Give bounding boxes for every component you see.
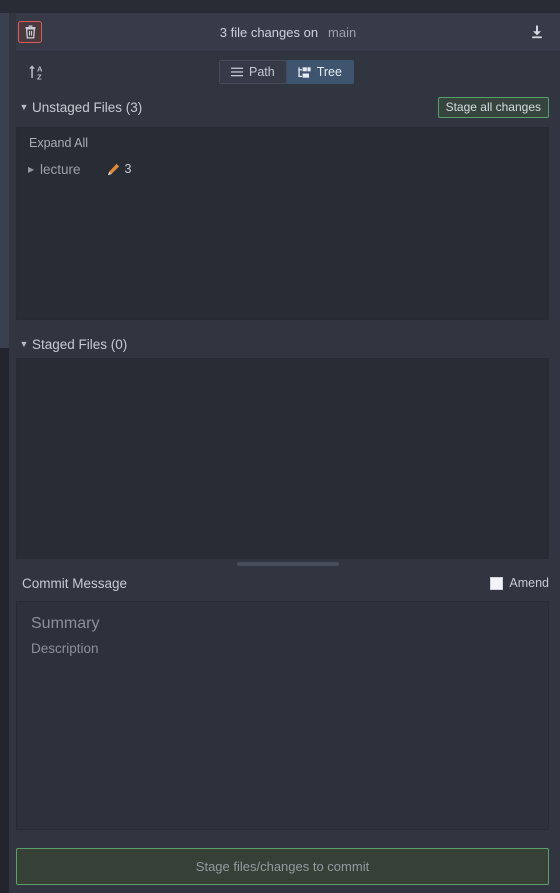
svg-text:Z: Z [37, 72, 42, 81]
file-name-label: lecture [40, 161, 81, 177]
header-title: 3 file changes on main [16, 25, 560, 40]
left-gutter [9, 13, 16, 893]
commit-message-header: Commit Message Amend [16, 570, 560, 596]
unstaged-files-title: Unstaged Files (3) [32, 99, 143, 115]
file-change-count: 3 [124, 162, 132, 176]
amend-checkbox[interactable] [490, 576, 504, 590]
commit-message-input[interactable]: Summary Description [16, 601, 549, 830]
staged-collapse-caret[interactable]: ▼ [16, 339, 32, 349]
unstaged-files-list[interactable]: Expand All ▶ lecture 3 [16, 127, 549, 320]
unstaged-collapse-caret[interactable]: ▼ [16, 102, 32, 112]
list-icon [231, 67, 243, 77]
view-mode-path-label: Path [249, 65, 275, 79]
header-title-text: 3 file changes on [219, 24, 319, 40]
unstaged-file-row[interactable]: ▶ lecture 3 [17, 158, 548, 180]
commit-summary-placeholder: Summary [31, 615, 100, 632]
commit-button[interactable]: Stage files/changes to commit [16, 848, 549, 885]
left-rail-upper [0, 13, 9, 348]
staged-files-header[interactable]: ▼ Staged Files (0) [16, 330, 560, 358]
tree-icon [298, 66, 311, 78]
commit-message-label: Commit Message [22, 575, 128, 591]
view-mode-path-button[interactable]: Path [219, 60, 287, 84]
window-top-strip [0, 0, 560, 13]
splitter-grip [237, 562, 339, 566]
file-expand-caret[interactable]: ▶ [28, 165, 40, 174]
expand-all-link[interactable]: Expand All [29, 136, 88, 150]
git-commit-panel: 3 file changes on main A Z Path Tree ▼ U… [0, 0, 560, 893]
amend-toggle[interactable]: Amend [490, 576, 549, 590]
view-mode-segmented-control: Path Tree [219, 60, 354, 84]
amend-label: Amend [509, 576, 549, 590]
sort-button[interactable]: A Z [24, 60, 50, 84]
trash-icon [25, 25, 35, 39]
discard-changes-button[interactable] [18, 21, 42, 43]
staged-files-title: Staged Files (0) [32, 336, 128, 352]
left-rail-lower [0, 348, 9, 893]
pencil-icon [107, 163, 119, 175]
file-status-group: 3 [107, 162, 132, 176]
download-icon [532, 25, 542, 39]
view-mode-tree-button[interactable]: Tree [286, 60, 354, 84]
pull-button[interactable] [526, 21, 548, 43]
view-mode-tree-label: Tree [316, 65, 342, 79]
unstaged-files-header[interactable]: ▼ Unstaged Files (3) Stage all changes [16, 93, 560, 121]
header-bar: 3 file changes on main [16, 13, 560, 52]
header-branch-name: main [328, 24, 357, 40]
panel-splitter[interactable] [16, 558, 560, 570]
view-toolbar: A Z Path Tree [16, 52, 560, 92]
stage-all-changes-button[interactable]: Stage all changes [437, 96, 549, 118]
sort-alpha-icon: A Z [29, 64, 43, 81]
commit-description-placeholder: Description [31, 641, 99, 656]
staged-files-list[interactable] [16, 358, 549, 559]
